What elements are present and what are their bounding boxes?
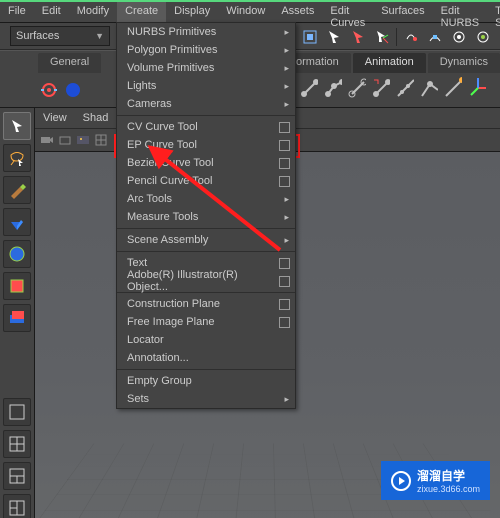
menu-item-scene-assembly[interactable]: Scene Assembly: [117, 231, 295, 249]
snap-point-icon[interactable]: [449, 27, 469, 47]
menubar: File Edit Modify Create Display Window A…: [0, 2, 500, 23]
wm-sub: zixue.3d66.com: [417, 484, 480, 494]
menu-item-sets[interactable]: Sets: [117, 390, 295, 408]
watermark: 溜溜自学 zixue.3d66.com: [381, 461, 490, 500]
sel-mask-icon[interactable]: [300, 27, 320, 47]
menu-item-polygon-primitives[interactable]: Polygon Primitives: [117, 41, 295, 59]
chevron-down-icon: ▼: [95, 31, 104, 41]
menu-the-set[interactable]: The Set: [487, 2, 500, 22]
ghost-icon[interactable]: [62, 80, 82, 100]
panel-bookmark-icon[interactable]: [57, 132, 73, 148]
select-tool[interactable]: [3, 112, 31, 140]
paint-tool[interactable]: [3, 176, 31, 204]
snap-curve-icon[interactable]: [425, 27, 445, 47]
panel-menu-shading[interactable]: Shad: [75, 110, 117, 126]
joint3-icon[interactable]: [346, 78, 366, 98]
menu-create[interactable]: Create: [117, 2, 166, 22]
menu-item-arc-tools[interactable]: Arc Tools: [117, 190, 295, 208]
menu-item-free-image-plane[interactable]: Free Image Plane: [117, 313, 295, 331]
play-icon: [391, 471, 411, 491]
menu-item-nurbs-primitives[interactable]: NURBS Primitives: [117, 23, 295, 41]
menu-item-cameras[interactable]: Cameras: [117, 95, 295, 113]
manip-tool[interactable]: [3, 304, 31, 332]
scale-tool[interactable]: [3, 272, 31, 300]
menu-item-construction-plane[interactable]: Construction Plane: [117, 295, 295, 313]
layout-single[interactable]: [3, 398, 31, 426]
menu-modify[interactable]: Modify: [69, 2, 117, 22]
lasso-tool[interactable]: [3, 144, 31, 172]
joint2-icon[interactable]: [322, 78, 342, 98]
menu-set-combo[interactable]: Surfaces ▼: [10, 26, 110, 46]
snap-grid-icon[interactable]: [401, 27, 421, 47]
menu-item-cv-curve-tool[interactable]: CV Curve Tool: [117, 118, 295, 136]
menu-item-measure-tools[interactable]: Measure Tools: [117, 208, 295, 226]
menu-assets[interactable]: Assets: [273, 2, 322, 22]
menu-edit[interactable]: Edit: [34, 2, 69, 22]
menu-item-ep-curve-tool[interactable]: EP Curve Tool: [117, 136, 295, 154]
menu-set-value: Surfaces: [16, 30, 59, 42]
layout-two-v[interactable]: [3, 494, 31, 518]
toolbox: [0, 108, 35, 518]
move-tool[interactable]: [3, 208, 31, 236]
rotate-tool[interactable]: [3, 240, 31, 268]
status-line-icons: [300, 27, 500, 47]
layout-four[interactable]: [3, 430, 31, 458]
cursor-icon[interactable]: [324, 27, 344, 47]
wm-title: 溜溜自学: [417, 467, 480, 484]
sel-arrow-axes-icon[interactable]: [372, 27, 392, 47]
shelf-icons-right: [298, 78, 486, 98]
menu-item-empty-group[interactable]: Empty Group: [117, 372, 295, 390]
menu-item-lights[interactable]: Lights: [117, 77, 295, 95]
panel-img-icon[interactable]: [75, 132, 91, 148]
menu-item-adobe-r-illustrator-r-object-[interactable]: Adobe(R) Illustrator(R) Object...: [117, 272, 295, 290]
panel-grid-icon[interactable]: [93, 132, 109, 148]
menu-window[interactable]: Window: [218, 2, 273, 22]
key-icon[interactable]: [38, 80, 58, 100]
shelf-tab-animation[interactable]: Animation: [353, 53, 426, 73]
menu-item-locator[interactable]: Locator: [117, 331, 295, 349]
panel-menu-view[interactable]: View: [35, 110, 75, 126]
shelf-tab-dynamics[interactable]: Dynamics: [428, 53, 500, 73]
axes-icon[interactable]: [466, 78, 486, 98]
create-menu-dropdown: NURBS PrimitivesPolygon PrimitivesVolume…: [116, 22, 296, 409]
snap-plane-icon[interactable]: [473, 27, 493, 47]
menu-surfaces[interactable]: Surfaces: [373, 2, 432, 22]
menu-item-pencil-curve-tool[interactable]: Pencil Curve Tool: [117, 172, 295, 190]
cluster-icon[interactable]: [394, 78, 414, 98]
shelf-tab-general[interactable]: General: [38, 53, 101, 73]
skin-icon[interactable]: [442, 78, 462, 98]
joint1-icon[interactable]: [298, 78, 318, 98]
panel-sel-cam-icon[interactable]: [39, 132, 55, 148]
menu-item-bezier-curve-tool[interactable]: Bezier Curve Tool: [117, 154, 295, 172]
layout-two-h[interactable]: [3, 462, 31, 490]
menu-file[interactable]: File: [0, 2, 34, 22]
menu-display[interactable]: Display: [166, 2, 218, 22]
sel-arrow-red-icon[interactable]: [348, 27, 368, 47]
menu-item-volume-primitives[interactable]: Volume Primitives: [117, 59, 295, 77]
menu-item-annotation-[interactable]: Annotation...: [117, 349, 295, 367]
ik-icon[interactable]: [370, 78, 390, 98]
menu-edit-nurbs[interactable]: Edit NURBS: [433, 2, 488, 22]
menu-edit-curves[interactable]: Edit Curves: [322, 2, 373, 22]
lattice-icon[interactable]: [418, 78, 438, 98]
